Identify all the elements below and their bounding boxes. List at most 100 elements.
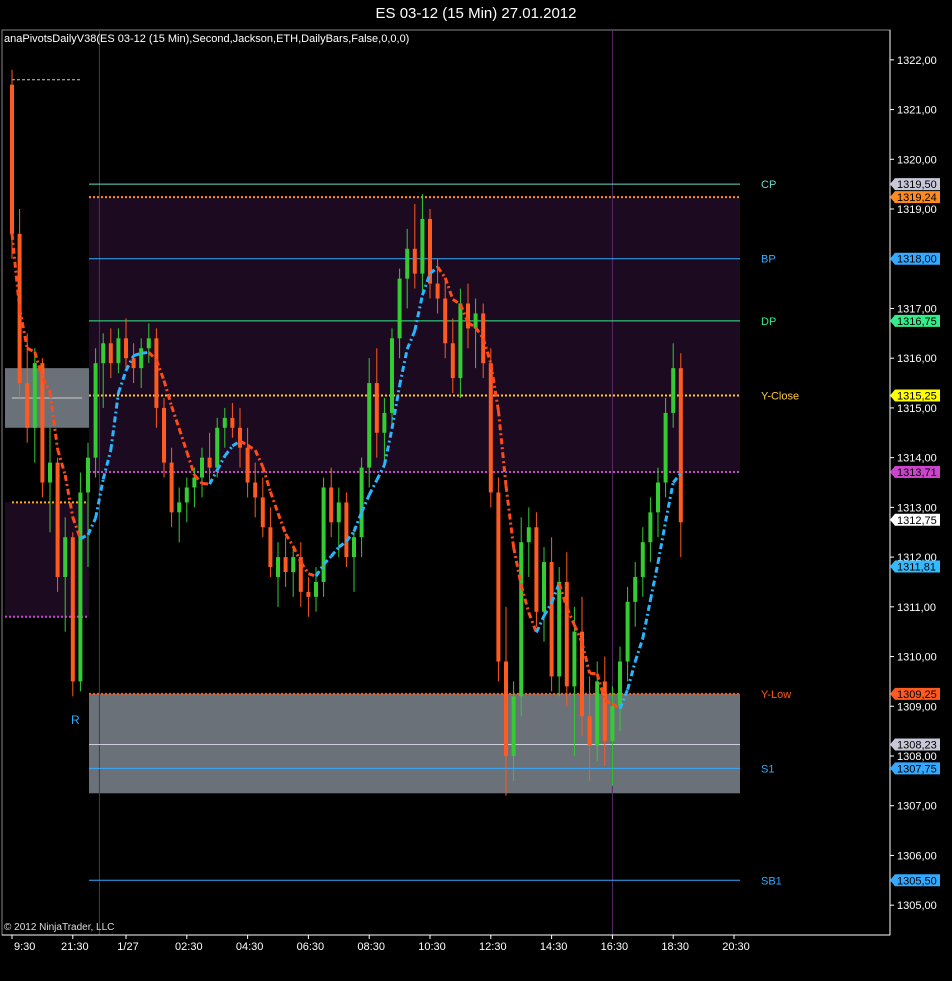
candle-body [504, 661, 508, 756]
candle-body [101, 343, 106, 364]
pivot-label: SB1 [761, 875, 782, 887]
candle-body [382, 412, 387, 433]
price-badge: 1318,00 [890, 252, 940, 266]
candle-body [450, 343, 455, 379]
candle-body [367, 383, 372, 468]
candle-body [139, 348, 144, 369]
price-badge: 1313,71 [890, 466, 940, 479]
x-tick-label: 02:30 [175, 941, 203, 953]
svg-text:1319,24: 1319,24 [897, 192, 937, 204]
candle-body [610, 706, 615, 742]
candle-body [405, 248, 410, 279]
candle-body [192, 477, 197, 488]
candle-body [245, 447, 250, 483]
candle-body [412, 248, 417, 274]
candle-body [177, 502, 182, 513]
pivot-label: Y-Close [761, 390, 799, 402]
svg-text:1316,75: 1316,75 [897, 316, 937, 328]
y-tick-label: 1306,00 [897, 850, 937, 862]
candle-body [625, 601, 630, 662]
candle-body [640, 542, 645, 577]
candle-body [473, 313, 478, 329]
price-badge: 1305,50 [890, 874, 940, 887]
candle-body [663, 412, 668, 483]
x-tick-label: 12:30 [479, 941, 507, 953]
candle-body [564, 581, 569, 687]
svg-text:1307,75: 1307,75 [897, 763, 937, 775]
candle-body [253, 482, 258, 498]
svg-text:1305,50: 1305,50 [897, 875, 937, 887]
price-badge: 1307,75 [890, 762, 940, 775]
candle-body [207, 457, 212, 468]
candle-body [390, 338, 394, 413]
candle-body [435, 283, 440, 299]
x-tick-label: 08:30 [357, 941, 385, 953]
y-tick-label: 1307,00 [897, 801, 937, 813]
candle-body [70, 537, 75, 682]
price-badge: 1308,23 [890, 738, 940, 752]
candle-body [314, 581, 318, 597]
candle-body [374, 383, 379, 433]
candle-body [230, 417, 235, 428]
candle-body [222, 417, 227, 428]
price-badge: 1316,75 [890, 314, 940, 328]
candle-body [291, 557, 296, 573]
svg-text:1309,25: 1309,25 [897, 689, 937, 701]
candle-body [633, 576, 638, 602]
y-tick-label: 1310,00 [897, 652, 937, 664]
candle-body [344, 502, 349, 558]
candle-body [93, 363, 98, 458]
candle-body [154, 338, 159, 408]
candle-body [572, 631, 577, 687]
candle-body [200, 457, 204, 478]
candle-body [542, 562, 546, 612]
copyright-text: © 2012 NinjaTrader, LLC [4, 922, 115, 933]
price-badge: 1319,24 [890, 191, 940, 204]
svg-text:1311,81: 1311,81 [897, 562, 936, 574]
candle-body [215, 427, 220, 468]
candle-body [678, 368, 683, 523]
candle-body [671, 368, 676, 413]
candle-body [48, 462, 52, 483]
candle-body [519, 542, 524, 697]
prev-zone [5, 502, 89, 617]
candle-body [108, 343, 113, 364]
x-tick-label: 10:30 [418, 941, 446, 953]
y-tick-label: 1317,00 [897, 303, 937, 315]
candle-body [25, 383, 30, 428]
x-tick-label: 04:30 [236, 941, 264, 953]
candle-body [336, 502, 341, 523]
candle-body [32, 363, 37, 428]
y-tick-label: 1319,00 [897, 204, 937, 216]
candle-body [162, 407, 166, 463]
indicator-label: anaPivotsDailyV38(ES 03-12 (15 Min),Seco… [4, 33, 410, 45]
pivot-label: Y-Low [761, 689, 791, 701]
candle-body [169, 462, 174, 513]
candle-body [496, 492, 501, 662]
x-tick-label: 06:30 [297, 941, 325, 953]
y-tick-label: 1309,00 [897, 701, 937, 713]
candle-body [146, 338, 151, 349]
y-tick-label: 1320,00 [897, 154, 937, 166]
svg-text:1308,23: 1308,23 [897, 740, 937, 752]
candle-body [329, 487, 334, 523]
candle-body [238, 427, 242, 448]
candle-body [648, 512, 653, 543]
svg-text:1312,75: 1312,75 [897, 515, 937, 527]
price-badge: 1312,75 [890, 513, 940, 527]
candle-body [86, 457, 90, 493]
chart-plot[interactable]: CP BP DP Y-Close Y-Low S1 SB1 R 1305,00 1306,00 13… [0, 0, 952, 981]
candle-body [116, 338, 121, 364]
candle-body [359, 467, 364, 538]
x-tick-label: 9:30 [14, 941, 35, 953]
price-badge: 1311,81 [890, 560, 940, 574]
plot-area [1, 29, 891, 936]
y-tick-label: 1308,00 [897, 751, 937, 763]
x-tick-label: 1/27 [117, 941, 138, 953]
y-tick-label: 1311,00 [897, 602, 936, 614]
prev-marker: R [71, 713, 80, 727]
svg-text:1313,71: 1313,71 [897, 467, 937, 479]
candle-body [55, 462, 60, 577]
x-tick-label: 16:30 [601, 941, 629, 953]
support-zone [89, 693, 740, 794]
